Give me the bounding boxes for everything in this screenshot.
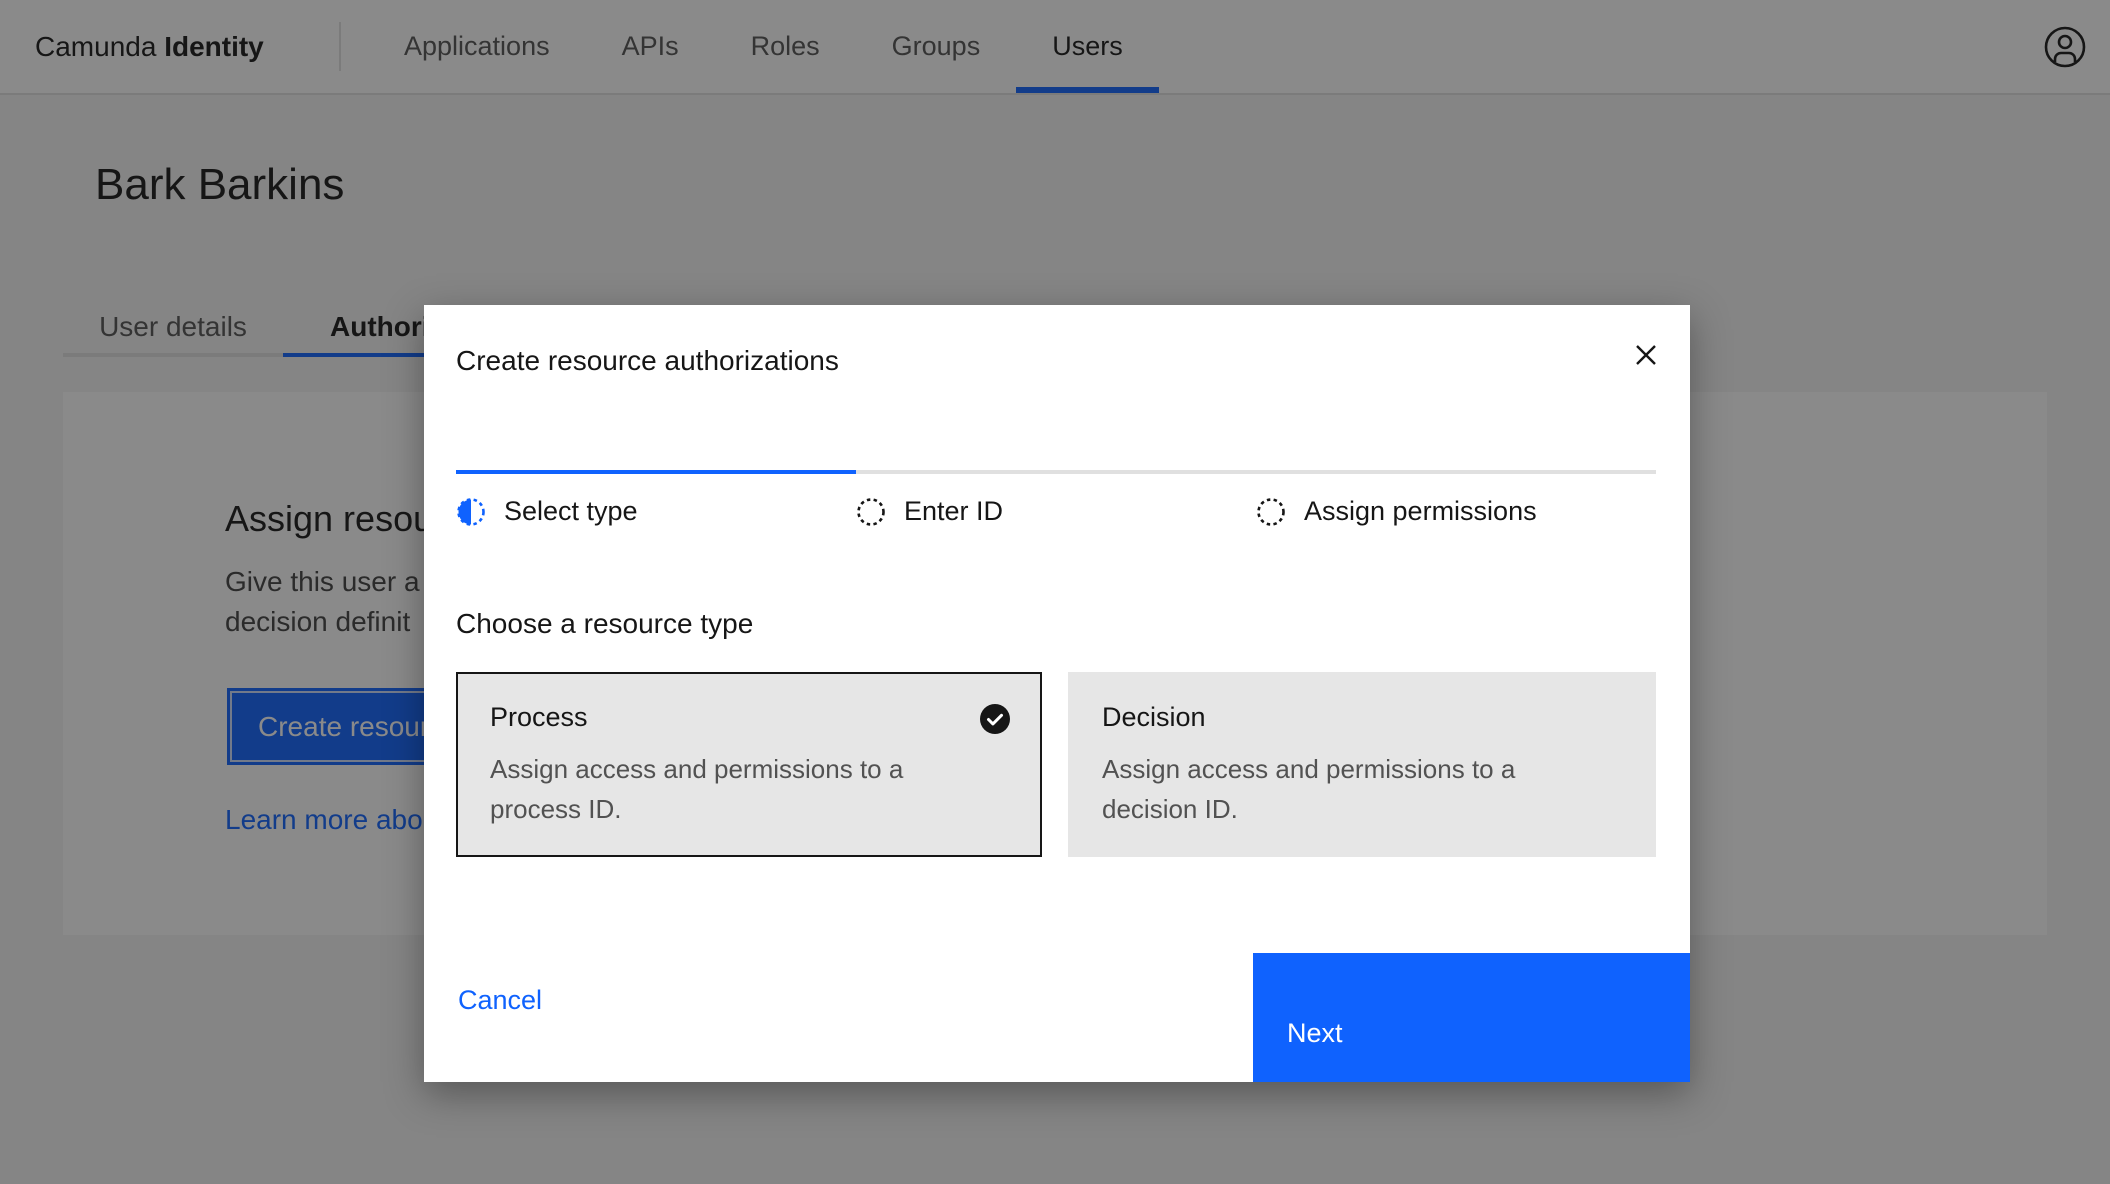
tile-process[interactable]: Process Assign access and permissions to… xyxy=(456,672,1042,857)
progress-indicator: Select type Enter ID Assign permissions xyxy=(456,470,1656,527)
choose-resource-type-heading: Choose a resource type xyxy=(456,608,753,640)
tile-title: Process xyxy=(490,702,1008,733)
progress-step-select-type[interactable]: Select type xyxy=(456,470,856,527)
progress-step-enter-id[interactable]: Enter ID xyxy=(856,470,1256,527)
step-label: Select type xyxy=(504,496,638,527)
close-icon xyxy=(1634,343,1658,367)
tile-description: Assign access and permissions to a decis… xyxy=(1102,749,1622,829)
resource-type-tiles: Process Assign access and permissions to… xyxy=(456,672,1656,857)
progress-step-assign-permissions[interactable]: Assign permissions xyxy=(1256,470,1656,527)
modal-title: Create resource authorizations xyxy=(456,345,839,377)
step-current-icon xyxy=(456,497,486,527)
tile-title: Decision xyxy=(1102,702,1622,733)
tile-description-line1: Assign access and permissions to a xyxy=(490,749,1008,789)
selected-checkmark-icon xyxy=(980,704,1010,734)
cancel-button[interactable]: Cancel xyxy=(458,985,542,1016)
next-button[interactable]: Next xyxy=(1253,953,1690,1082)
tile-description-line2: decision ID. xyxy=(1102,789,1622,829)
tile-decision[interactable]: Decision Assign access and permissions t… xyxy=(1068,672,1656,857)
tile-description: Assign access and permissions to a proce… xyxy=(490,749,1008,829)
step-incomplete-icon xyxy=(1256,497,1286,527)
close-button[interactable] xyxy=(1622,331,1670,379)
step-incomplete-icon xyxy=(856,497,886,527)
create-resource-authorizations-modal: Create resource authorizations Select ty… xyxy=(424,305,1690,1082)
tile-description-line2: process ID. xyxy=(490,789,1008,829)
tile-description-line1: Assign access and permissions to a xyxy=(1102,749,1622,789)
app-window: Camunda Identity Applications APIs Roles… xyxy=(0,0,2110,1184)
step-label: Assign permissions xyxy=(1304,496,1537,527)
step-label: Enter ID xyxy=(904,496,1003,527)
